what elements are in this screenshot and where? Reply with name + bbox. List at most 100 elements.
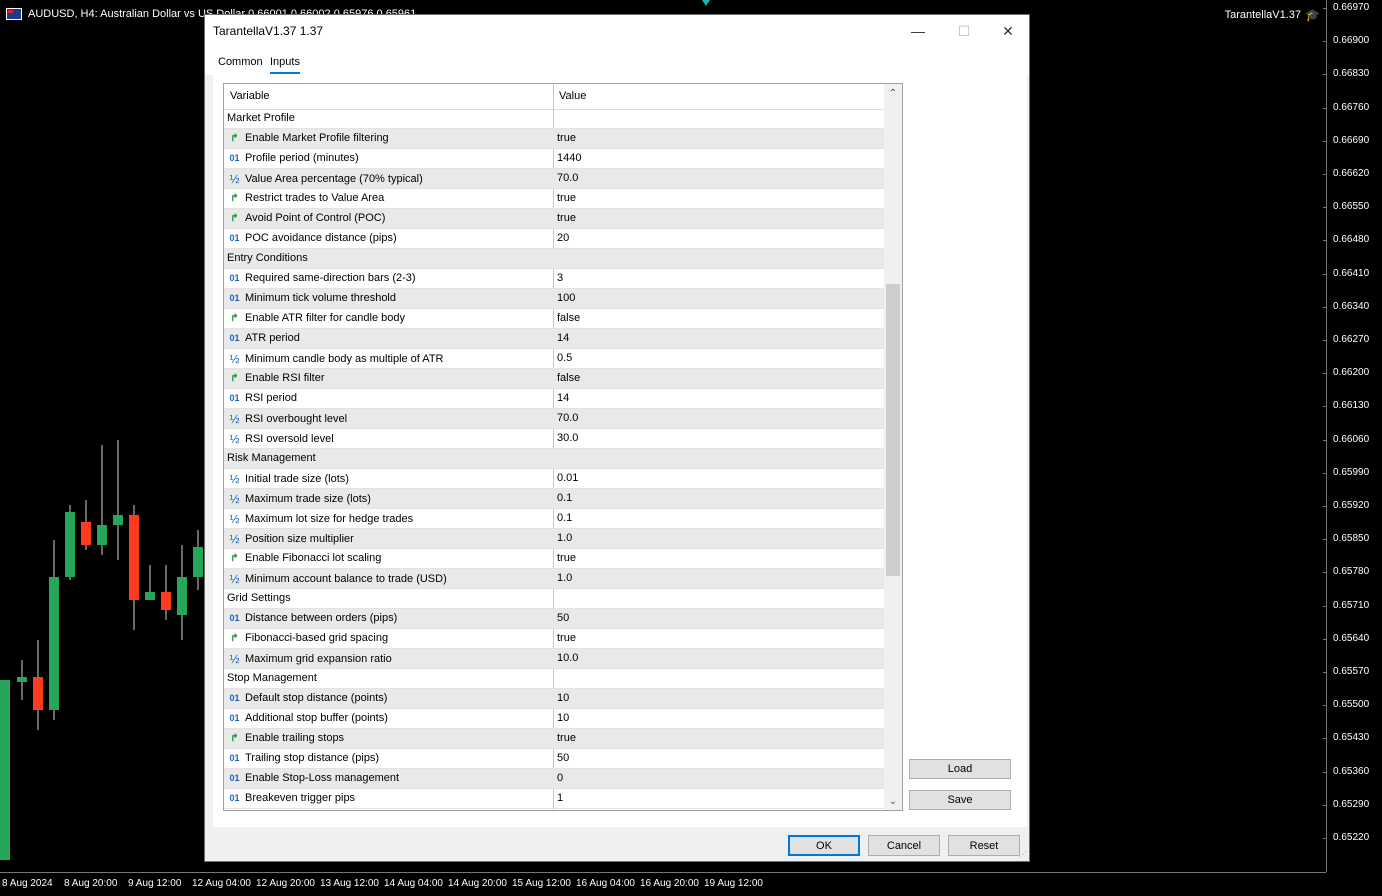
- table-row[interactable]: ↱ Enable Market Profile filtering true: [224, 129, 884, 149]
- table-row[interactable]: ½ Maximum grid expansion ratio 10.0: [224, 649, 884, 669]
- value-cell[interactable]: 30.0: [557, 432, 578, 444]
- bull-candle: [177, 577, 187, 615]
- cancel-button[interactable]: Cancel: [868, 835, 940, 856]
- int-type-icon: 01: [229, 273, 240, 283]
- value-cell[interactable]: false: [557, 312, 580, 324]
- value-cell[interactable]: true: [557, 552, 576, 564]
- tab-inputs[interactable]: Inputs: [270, 56, 300, 74]
- scroll-up-arrow-icon[interactable]: ⌃: [884, 84, 902, 102]
- bear-candle: [161, 592, 171, 610]
- group-row[interactable]: Stop Management: [224, 669, 884, 689]
- table-row[interactable]: ½ Minimum account balance to trade (USD) 1…: [224, 569, 884, 589]
- table-row[interactable]: ↱ Fibonacci-based grid spacing true: [224, 629, 884, 649]
- variable-cell: ½ Position size multiplier: [227, 532, 353, 546]
- value-cell[interactable]: 3: [557, 272, 563, 284]
- value-cell[interactable]: 1.0: [557, 532, 572, 544]
- value-cell[interactable]: 10: [557, 712, 569, 724]
- value-cell[interactable]: 14: [557, 392, 569, 404]
- value-cell[interactable]: true: [557, 212, 576, 224]
- value-cell[interactable]: 10.0: [557, 652, 578, 664]
- bear-candle: [129, 515, 139, 600]
- column-header-variable[interactable]: Variable: [230, 90, 270, 102]
- table-row[interactable]: ½ RSI overbought level 70.0: [224, 409, 884, 429]
- scrollbar-thumb[interactable]: [886, 284, 900, 576]
- variable-label: Maximum grid expansion ratio: [245, 653, 392, 665]
- value-cell[interactable]: 14: [557, 332, 569, 344]
- value-cell[interactable]: 50: [557, 612, 569, 624]
- table-row[interactable]: 01 Enable Stop-Loss management 0: [224, 769, 884, 789]
- table-row[interactable]: 01 Required same-direction bars (2-3) 3: [224, 269, 884, 289]
- value-cell[interactable]: true: [557, 632, 576, 644]
- dialog-titlebar[interactable]: TarantellaV1.37 1.37 — ☐ ✕: [205, 15, 1029, 47]
- table-row[interactable]: ½ Maximum trade size (lots) 0.1: [224, 489, 884, 509]
- load-button[interactable]: Load: [909, 759, 1011, 779]
- table-row[interactable]: ½ Position size multiplier 1.0: [224, 529, 884, 549]
- table-row[interactable]: 01 Distance between orders (pips) 50: [224, 609, 884, 629]
- resize-grip-icon[interactable]: ⋰: [1019, 851, 1027, 859]
- price-label: 0.65920: [1333, 500, 1370, 511]
- close-button[interactable]: ✕: [985, 15, 1031, 47]
- tab-common[interactable]: Common: [218, 56, 263, 68]
- table-row[interactable]: 01 Trailing stop distance (pips) 50: [224, 749, 884, 769]
- table-row[interactable]: 01 Default stop distance (points) 10: [224, 689, 884, 709]
- scroll-down-arrow-icon[interactable]: ⌄: [884, 792, 902, 810]
- ok-button[interactable]: OK: [788, 835, 860, 856]
- value-cell[interactable]: 70.0: [557, 412, 578, 424]
- value-cell[interactable]: 0.5: [557, 352, 572, 364]
- value-cell[interactable]: 1: [557, 792, 563, 804]
- table-row[interactable]: ↱ Enable Fibonacci lot scaling true: [224, 549, 884, 569]
- table-row[interactable]: ↱ Enable ATR filter for candle body false: [224, 309, 884, 329]
- price-tick: [1323, 838, 1327, 839]
- table-row[interactable]: 01 ATR period 14: [224, 329, 884, 349]
- price-tick: [1323, 174, 1327, 175]
- value-cell[interactable]: 100: [557, 292, 575, 304]
- table-row[interactable]: ↱ Enable trailing stops true: [224, 729, 884, 749]
- time-label: 15 Aug 12:00: [512, 878, 571, 889]
- table-row[interactable]: 01 RSI period 14: [224, 389, 884, 409]
- group-row[interactable]: Entry Conditions: [224, 249, 884, 269]
- table-row[interactable]: ↱ Restrict trades to Value Area true: [224, 189, 884, 209]
- value-cell[interactable]: 70.0: [557, 172, 578, 184]
- maximize-button[interactable]: ☐: [941, 15, 987, 47]
- table-row[interactable]: 01 Minimum tick volume threshold 100: [224, 289, 884, 309]
- save-button[interactable]: Save: [909, 790, 1011, 810]
- table-row[interactable]: 01 Breakeven trigger pips 1: [224, 789, 884, 809]
- value-cell[interactable]: 1.0: [557, 572, 572, 584]
- table-row[interactable]: ½ Minimum candle body as multiple of ATR 0…: [224, 349, 884, 369]
- int-type-icon: 01: [229, 293, 240, 303]
- value-cell[interactable]: true: [557, 732, 576, 744]
- value-cell[interactable]: 50: [557, 752, 569, 764]
- table-row[interactable]: ½ RSI oversold level 30.0: [224, 429, 884, 449]
- value-cell[interactable]: 0.01: [557, 472, 578, 484]
- value-cell[interactable]: true: [557, 132, 576, 144]
- table-row[interactable]: 01 Additional stop buffer (points) 10: [224, 709, 884, 729]
- expert-advisor-label[interactable]: TarantellaV1.37 🎓: [1225, 8, 1320, 22]
- group-row[interactable]: Market Profile: [224, 109, 884, 129]
- value-cell[interactable]: 0.1: [557, 512, 572, 524]
- table-row[interactable]: ↱ Avoid Point of Control (POC) true: [224, 209, 884, 229]
- table-row[interactable]: 01 POC avoidance distance (pips) 20: [224, 229, 884, 249]
- column-header-value[interactable]: Value: [559, 90, 586, 102]
- value-cell[interactable]: true: [557, 192, 576, 204]
- table-row[interactable]: ½ Value Area percentage (70% typical) 70.0: [224, 169, 884, 189]
- value-cell[interactable]: 10: [557, 692, 569, 704]
- variable-label: Grid Settings: [227, 592, 291, 604]
- value-cell[interactable]: 0.1: [557, 492, 572, 504]
- table-row[interactable]: ½ Maximum lot size for hedge trades 0.1: [224, 509, 884, 529]
- value-cell[interactable]: 20: [557, 232, 569, 244]
- grid-scrollbar[interactable]: ⌃ ⌄: [884, 84, 902, 810]
- minimize-button[interactable]: —: [895, 15, 941, 47]
- table-row[interactable]: ↱ Enable RSI filter false: [224, 369, 884, 389]
- table-row[interactable]: 01 Profile period (minutes) 1440: [224, 149, 884, 169]
- table-row[interactable]: ½ Initial trade size (lots) 0.01: [224, 469, 884, 489]
- value-cell[interactable]: 1440: [557, 152, 581, 164]
- price-axis[interactable]: 0.66970 0.66900 0.66830 0.66760 0.66690 0.666…: [1323, 0, 1382, 872]
- reset-button[interactable]: Reset: [948, 835, 1020, 856]
- price-tick: [1323, 74, 1327, 76]
- group-row[interactable]: Risk Management: [224, 449, 884, 469]
- value-cell[interactable]: 0: [557, 772, 563, 784]
- price-label: 0.66410: [1333, 267, 1370, 279]
- group-row[interactable]: Grid Settings: [224, 589, 884, 609]
- value-cell[interactable]: false: [557, 372, 580, 384]
- time-axis[interactable]: 8 Aug 2024 8 Aug 20:00 9 Aug 12:00 12 Aug 0…: [0, 872, 1326, 896]
